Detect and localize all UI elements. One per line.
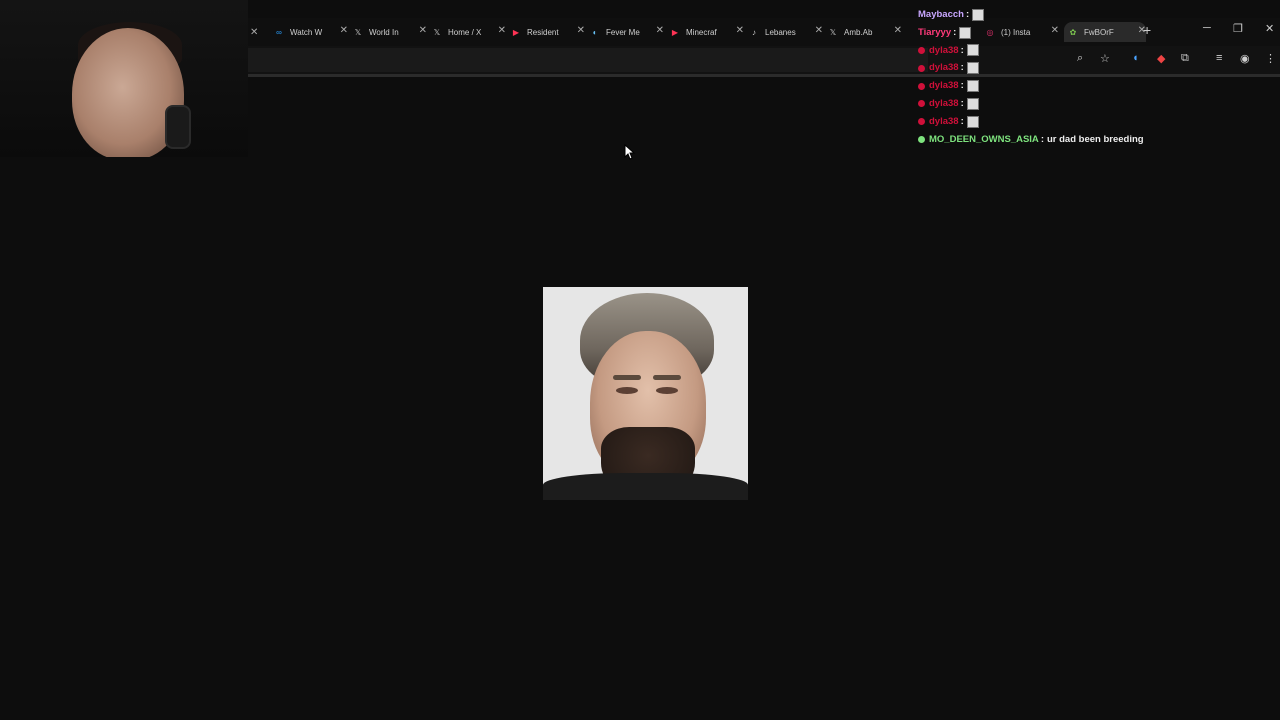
tab-label: Resident bbox=[527, 27, 559, 37]
close-icon[interactable]: ✕ bbox=[250, 27, 258, 38]
tab-2[interactable]: 𝕏 Home / X ✕ bbox=[432, 22, 506, 42]
tab-close-icon[interactable]: ✕ bbox=[340, 25, 348, 36]
address-bar[interactable] bbox=[248, 48, 928, 72]
tab-close-icon[interactable]: ✕ bbox=[815, 25, 823, 36]
x-logo-icon: 𝕏 bbox=[829, 27, 837, 37]
chat-username[interactable]: dyla38 bbox=[929, 77, 959, 95]
tab-label: Watch W bbox=[290, 27, 323, 37]
chat-badge-dot-icon bbox=[918, 64, 925, 72]
chat-emote-icon bbox=[966, 115, 979, 128]
chat-emote-icon bbox=[972, 8, 985, 21]
tab-partial[interactable]: ✕ bbox=[250, 22, 258, 42]
tab-6[interactable]: ♪ Lebanes ✕ bbox=[749, 22, 823, 42]
tab-close-icon[interactable]: ✕ bbox=[736, 25, 744, 36]
chat-message: dyla38 : bbox=[918, 77, 1218, 95]
watch-icon: ∞ bbox=[276, 27, 282, 37]
tab-label: Home / X bbox=[448, 27, 482, 37]
mugshot-image bbox=[543, 287, 748, 500]
portrait-shirt bbox=[543, 473, 748, 500]
chat-badge-dot-icon bbox=[918, 100, 925, 108]
chat-emote-icon bbox=[966, 97, 979, 110]
tab-label: Fever Me bbox=[606, 27, 640, 37]
chat-emote-icon bbox=[966, 44, 979, 57]
chat-username[interactable]: Maybacch bbox=[918, 6, 964, 24]
chat-separator: : bbox=[960, 115, 964, 127]
tab-label: World In bbox=[369, 27, 399, 37]
chat-username[interactable]: dyla38 bbox=[929, 113, 959, 131]
tab-label: Minecraf bbox=[686, 27, 717, 37]
window-close-icon[interactable]: ✕ bbox=[1265, 22, 1274, 35]
youtube-icon: ▶ bbox=[671, 27, 679, 37]
tab-close-icon[interactable]: ✕ bbox=[656, 25, 664, 36]
tab-5[interactable]: ▶ Minecraf ✕ bbox=[670, 22, 744, 42]
profile-avatar-icon[interactable]: ◉ bbox=[1240, 52, 1250, 65]
tab-7[interactable]: 𝕏 Amb.Ab ✕ bbox=[828, 22, 902, 42]
mouse-cursor-icon bbox=[624, 144, 636, 160]
restore-icon[interactable]: ❐ bbox=[1233, 22, 1243, 35]
tab-close-icon[interactable]: ✕ bbox=[577, 25, 585, 36]
chat-username[interactable]: dyla38 bbox=[929, 42, 959, 60]
chat-message: Maybacch : bbox=[918, 6, 1218, 24]
chat-badge-dot-icon bbox=[918, 118, 925, 126]
chat-emote-icon bbox=[966, 62, 979, 75]
chat-separator: : bbox=[1040, 133, 1044, 145]
tiktok-icon: ♪ bbox=[752, 27, 756, 37]
kebab-menu-icon[interactable]: ⋮ bbox=[1265, 52, 1276, 65]
chat-message: MO_DEEN_OWNS_ASIA : ur dad been breeding bbox=[918, 131, 1218, 149]
chat-username[interactable]: dyla38 bbox=[929, 95, 959, 113]
tab-4[interactable]: ◐ Fever Me ✕ bbox=[590, 22, 664, 42]
chat-badge-dot-icon bbox=[918, 46, 925, 54]
chat-username[interactable]: Tiaryyy bbox=[918, 24, 951, 42]
youtube-icon: ▶ bbox=[512, 27, 520, 37]
chat-separator: : bbox=[953, 26, 957, 38]
headset bbox=[165, 105, 191, 149]
chat-badge-dot-icon bbox=[918, 82, 925, 90]
chat-emote-icon bbox=[966, 80, 979, 93]
steam-icon: ◐ bbox=[592, 27, 598, 37]
chat-separator: : bbox=[960, 62, 964, 74]
chat-message: dyla38 : bbox=[918, 95, 1218, 113]
portrait-left-eye bbox=[616, 387, 638, 394]
tab-label: Amb.Ab bbox=[844, 27, 873, 37]
tab-label: Lebanes bbox=[765, 27, 796, 37]
portrait-left-brow bbox=[613, 375, 641, 380]
chat-emote-icon bbox=[959, 26, 972, 39]
tab-close-icon[interactable]: ✕ bbox=[419, 25, 427, 36]
chat-text: ur dad been breeding bbox=[1046, 133, 1144, 145]
chat-badge-dot-icon bbox=[918, 135, 925, 143]
tab-0[interactable]: ∞ Watch W ✕ bbox=[274, 22, 348, 42]
portrait-right-eye bbox=[656, 387, 678, 394]
chat-separator: : bbox=[960, 80, 964, 92]
portrait-right-brow bbox=[653, 375, 681, 380]
chat-message: Tiaryyy : bbox=[918, 24, 1218, 42]
x-logo-icon: 𝕏 bbox=[354, 27, 362, 37]
x-logo-icon: 𝕏 bbox=[433, 27, 441, 37]
chat-overlay: Maybacch : Tiaryyy : dyla38 : dyla38 : dyla3… bbox=[918, 6, 1218, 148]
chat-username[interactable]: dyla38 bbox=[929, 59, 959, 77]
chat-separator: : bbox=[965, 9, 970, 20]
chat-message: dyla38 : bbox=[918, 42, 1218, 60]
chat-separator: : bbox=[960, 97, 964, 109]
tab-close-icon[interactable]: ✕ bbox=[498, 25, 506, 36]
chat-username[interactable]: MO_DEEN_OWNS_ASIA bbox=[929, 131, 1039, 149]
tab-close-icon[interactable]: ✕ bbox=[894, 25, 902, 36]
chat-separator: : bbox=[960, 44, 964, 56]
webcam-overlay bbox=[0, 0, 248, 157]
chat-message: dyla38 : bbox=[918, 113, 1218, 131]
tab-1[interactable]: 𝕏 World In ✕ bbox=[353, 22, 427, 42]
chat-message: dyla38 : bbox=[918, 59, 1218, 77]
tab-3[interactable]: ▶ Resident ✕ bbox=[511, 22, 585, 42]
